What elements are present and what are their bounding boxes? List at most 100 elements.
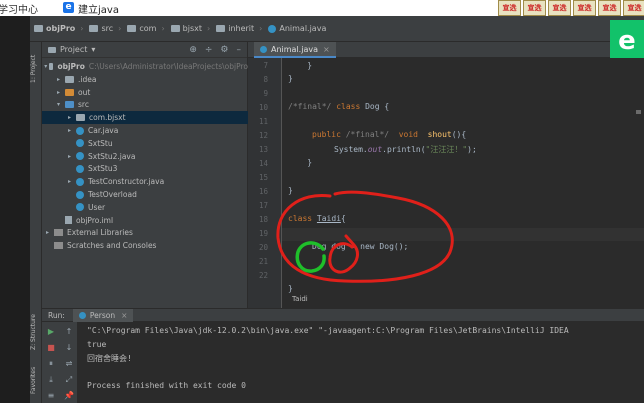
tree-item-label: out xyxy=(78,87,91,97)
overlay-tool-icon[interactable]: 宣选 xyxy=(498,0,521,16)
code-line-13: System.out.println("汪汪汪！"); xyxy=(334,145,477,154)
gear-icon[interactable]: ⚙ xyxy=(220,45,228,55)
overlay-tool-icon[interactable]: 宣选 xyxy=(623,0,644,16)
close-icon[interactable]: × xyxy=(323,45,330,54)
chevron-right-icon[interactable]: ▸ xyxy=(57,89,65,96)
navigation-bar: objPro › src › com › bjsxt › inherit › Animal… xyxy=(30,16,644,42)
run-tab-person[interactable]: Person × xyxy=(72,308,134,322)
overlay-tool-icon[interactable]: 宣选 xyxy=(548,0,571,16)
run-toolbar-right: ↑ ↓ ⇌ ⤢ 📌 xyxy=(60,322,78,403)
pin-icon[interactable]: 📌 xyxy=(64,392,74,400)
line-number: 19 xyxy=(258,229,268,238)
pause-icon[interactable]: ⏸ xyxy=(46,360,56,368)
breadcrumb-inherit[interactable]: inherit › xyxy=(216,24,262,33)
chevron-down-icon[interactable]: ▾ xyxy=(91,45,95,54)
tree-item[interactable]: ▸ Car.java xyxy=(42,124,248,137)
chevron-right-icon[interactable]: ▸ xyxy=(68,114,76,121)
java-class-icon xyxy=(76,152,84,161)
overlay-tool-icon[interactable]: 宣选 xyxy=(573,0,596,16)
tree-item[interactable]: objPro.iml xyxy=(42,214,248,227)
tree-item-label: SxtStu xyxy=(88,138,113,148)
code-line-22: } xyxy=(288,284,293,293)
scrollbar-marker[interactable] xyxy=(636,110,641,114)
tree-item[interactable]: User xyxy=(42,201,248,214)
project-tool-tab[interactable]: 1: Project xyxy=(30,46,42,92)
rerun-icon[interactable]: ▶ xyxy=(46,328,56,336)
folder-icon xyxy=(127,25,137,32)
code-editor[interactable]: } } /*final*/ class Dog { public /*final… xyxy=(282,58,644,308)
scroll-to-end-icon[interactable]: ⤢ xyxy=(64,376,74,384)
breadcrumb-bjsxt[interactable]: bjsxt › xyxy=(170,24,210,33)
tree-item[interactable]: TestOverload xyxy=(42,188,248,201)
chevron-down-icon[interactable]: ▾ xyxy=(44,63,48,70)
tree-item[interactable]: ▸ .idea xyxy=(42,73,248,86)
code-line-10: /*final*/ class Dog { xyxy=(288,102,390,111)
console-line: true xyxy=(87,340,107,349)
folder-icon xyxy=(65,75,74,83)
browser-tab-study-center[interactable]: 学习中心 xyxy=(0,1,38,16)
structure-tool-tab[interactable]: Z: Structure xyxy=(30,308,42,356)
folder-icon xyxy=(76,114,85,122)
collapse-all-icon[interactable]: ÷ xyxy=(205,45,213,55)
tree-item[interactable]: Scratches and Consoles xyxy=(42,239,248,252)
project-icon xyxy=(48,46,56,53)
soft-wrap-icon[interactable]: ⇌ xyxy=(64,360,74,368)
project-panel: Project ▾ ⊕ ÷ ⚙ – ▾ objPro C:\Users\Admini… xyxy=(42,42,248,308)
browser-tab-create-java[interactable]: 建立java xyxy=(78,1,119,16)
settings-list-icon[interactable]: ≡ xyxy=(46,392,56,400)
line-number: 8 xyxy=(263,75,268,84)
editor-tab-animal-java[interactable]: Animal.java × xyxy=(254,42,336,58)
tree-item[interactable]: ▸ External Libraries xyxy=(42,226,248,239)
breadcrumb-com[interactable]: com › xyxy=(127,24,165,33)
run-toolbar-left: ▶ ■ ⏸ ⤓ ≡ xyxy=(42,322,60,403)
tree-item[interactable]: SxtStu3 xyxy=(42,162,248,175)
tree-item-label: TestOverload xyxy=(88,190,137,199)
up-arrow-icon[interactable]: ↑ xyxy=(64,328,74,336)
tree-item-label: objPro xyxy=(57,62,85,71)
code-line-20: Dog dog = new Dog(); xyxy=(312,242,409,251)
folder-icon xyxy=(48,63,54,70)
locate-file-icon[interactable]: ⊕ xyxy=(189,45,197,55)
dump-threads-icon[interactable]: ⤓ xyxy=(46,376,56,384)
folder-icon xyxy=(65,88,74,96)
close-icon[interactable]: × xyxy=(121,311,127,320)
chevron-right-icon[interactable]: ▸ xyxy=(68,178,76,185)
project-view-selector[interactable]: Project xyxy=(60,45,87,54)
chevron-right-icon[interactable]: ▸ xyxy=(68,127,76,134)
tree-item[interactable]: ▸ com.bjsxt xyxy=(42,111,248,125)
editor-breadcrumb-hint[interactable]: Taidi xyxy=(292,295,308,303)
favorites-tool-tab[interactable]: Favorites xyxy=(30,360,42,400)
tree-item[interactable]: ▸ SxtStu2.java xyxy=(42,150,248,163)
hide-panel-icon[interactable]: – xyxy=(237,45,242,55)
breadcrumb-objpro[interactable]: objPro › xyxy=(34,24,83,33)
chevron-right-icon[interactable]: ▸ xyxy=(46,229,54,236)
tree-item[interactable]: ▸ out xyxy=(42,86,248,99)
stop-icon[interactable]: ■ xyxy=(46,344,56,352)
line-number: 13 xyxy=(258,145,268,154)
tree-item-path: C:\Users\Administrator\IdeaProjects\objP… xyxy=(88,62,248,71)
line-number: 16 xyxy=(258,187,268,196)
breadcrumb-src[interactable]: src › xyxy=(89,24,121,33)
breadcrumb-animal-java[interactable]: Animal.java xyxy=(268,24,326,33)
tree-item[interactable]: ▸ TestConstructor.java xyxy=(42,175,248,188)
library-icon xyxy=(54,229,63,237)
overlay-tool-icon[interactable]: 宣选 xyxy=(523,0,546,16)
chevron-right-icon[interactable]: ▸ xyxy=(68,153,76,160)
run-panel-header: Run: Person × xyxy=(42,308,644,322)
tree-item[interactable]: SxtStu xyxy=(42,137,248,150)
chevron-right-icon[interactable]: ▸ xyxy=(57,76,65,83)
run-console[interactable]: "C:\Program Files\Java\jdk-12.0.2\bin\ja… xyxy=(78,322,644,403)
left-desktop-edge xyxy=(0,16,30,403)
line-number: 11 xyxy=(258,117,268,126)
line-number: 20 xyxy=(258,243,268,252)
tree-item-label: SxtStu2.java xyxy=(88,151,136,161)
down-arrow-icon[interactable]: ↓ xyxy=(64,344,74,352)
tree-item[interactable]: ▾ src xyxy=(42,98,248,111)
folder-icon xyxy=(65,101,74,109)
console-line: 回宿舍睡会! xyxy=(87,354,132,363)
java-class-icon xyxy=(78,311,86,319)
tree-item[interactable]: ▾ objPro C:\Users\Administrator\IdeaProjec… xyxy=(42,60,248,73)
overlay-tool-icon[interactable]: 宣选 xyxy=(598,0,621,16)
java-class-icon xyxy=(76,139,84,148)
chevron-down-icon[interactable]: ▾ xyxy=(57,101,65,108)
